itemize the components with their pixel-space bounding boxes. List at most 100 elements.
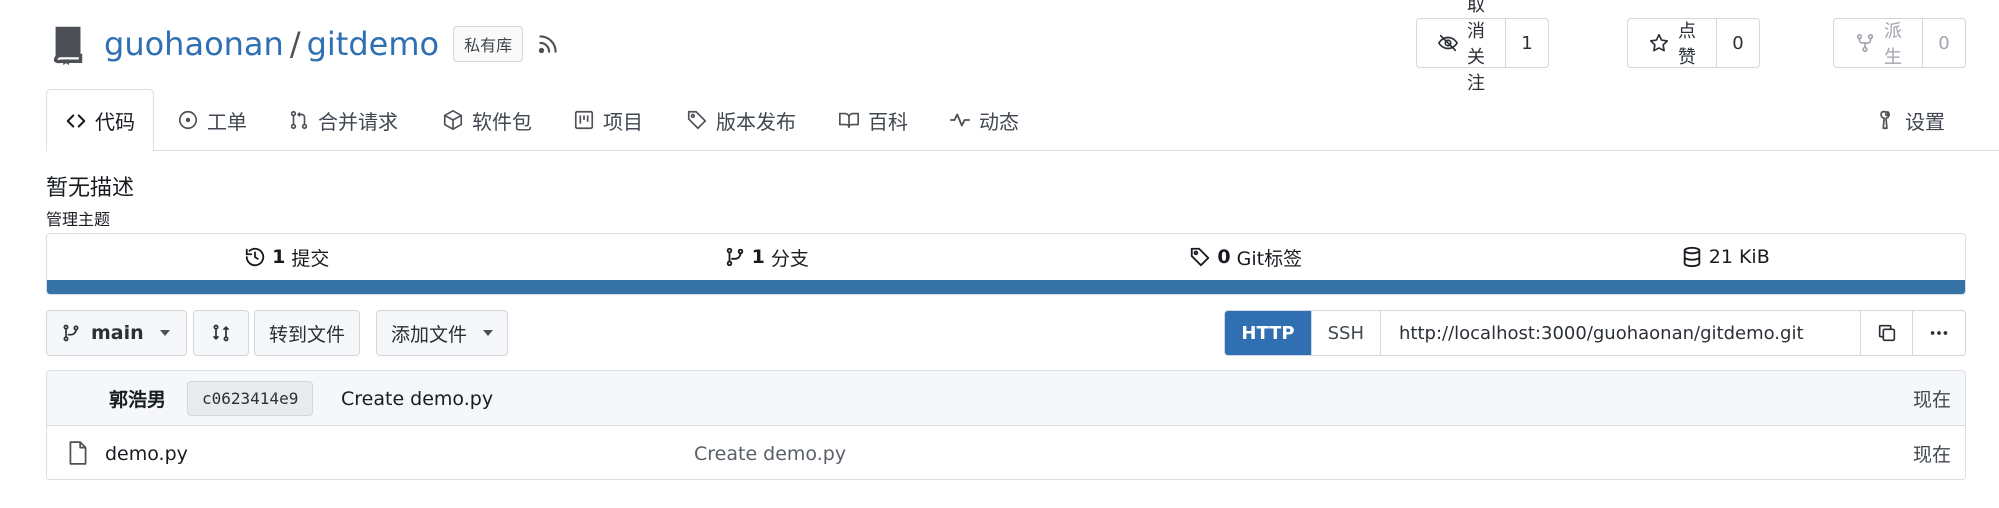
tab-settings[interactable]: 设置 — [1875, 89, 1945, 151]
repo-tabs: 代码 工单 合并请求 软件包 项目 版本发布 百科 动态 设置 — [46, 89, 1999, 152]
watch-button-group: 取消关注 1 — [1416, 0, 1549, 94]
commits-count: 1 — [272, 246, 286, 268]
file-table: 郭浩男 c0623414e9 Create demo.py 现在 demo.py… — [46, 370, 1966, 480]
repo-size: 21 KiB — [1708, 246, 1770, 268]
tab-label: 软件包 — [472, 109, 532, 134]
code-icon — [65, 110, 87, 132]
visibility-badge: 私有库 — [453, 26, 524, 62]
tab-label: 代码 — [95, 110, 135, 134]
pull-request-icon — [288, 109, 310, 131]
star-icon — [1648, 32, 1670, 54]
pulse-icon — [949, 109, 971, 131]
tab-label: 项目 — [603, 109, 643, 134]
commits-label: 提交 — [291, 247, 330, 270]
copy-url-button[interactable] — [1861, 311, 1913, 355]
clone-panel: HTTP SSH http://localhost:3000/guohaonan… — [1224, 310, 1966, 356]
branch-icon — [61, 323, 81, 343]
add-file-button[interactable]: 添加文件 — [376, 310, 509, 356]
commit-sha-button[interactable]: c0623414e9 — [187, 381, 314, 416]
tags-count: 0 — [1217, 246, 1231, 268]
size-stat: 21 KiB — [1486, 234, 1966, 280]
table-row: demo.py Create demo.py 现在 — [47, 426, 1965, 479]
copy-icon — [1876, 322, 1898, 344]
branch-name: main — [91, 322, 144, 344]
file-name-link[interactable]: demo.py — [105, 426, 188, 479]
watch-count[interactable]: 1 — [1506, 19, 1548, 67]
repo-icon — [46, 21, 92, 67]
tab-label: 合并请求 — [318, 109, 398, 134]
fork-count[interactable]: 0 — [1923, 19, 1965, 67]
unwatch-button[interactable]: 取消关注 — [1417, 0, 1506, 94]
repo-title: guohaonan / gitdemo — [104, 25, 439, 63]
commit-author[interactable]: 郭浩男 — [109, 371, 166, 426]
issue-icon — [177, 109, 199, 131]
tags-stat[interactable]: 0 Git标签 — [1006, 234, 1486, 280]
tab-wiki[interactable]: 百科 — [838, 89, 908, 151]
unwatch-label: 取消关注 — [1467, 0, 1485, 94]
tab-label: 设置 — [1905, 109, 1945, 134]
tab-releases[interactable]: 版本发布 — [686, 89, 796, 151]
fork-button-group: 派生 0 — [1833, 18, 1966, 68]
chevron-down-icon — [483, 330, 494, 336]
star-count[interactable]: 0 — [1717, 19, 1759, 67]
ellipsis-icon — [1928, 322, 1950, 344]
eye-slash-icon — [1437, 32, 1459, 54]
tab-label: 动态 — [979, 109, 1019, 134]
tag-icon — [686, 109, 708, 131]
tab-label: 工单 — [207, 109, 247, 134]
fork-label: 派生 — [1884, 21, 1902, 68]
branches-stat[interactable]: 1 分支 — [527, 234, 1007, 280]
tab-code[interactable]: 代码 — [46, 89, 154, 152]
fork-button[interactable]: 派生 — [1834, 19, 1923, 68]
commit-message[interactable]: Create demo.py — [341, 371, 493, 426]
chevron-down-icon — [159, 330, 170, 336]
commit-time: 现在 — [1912, 389, 1951, 411]
repo-path-separator: / — [289, 25, 301, 63]
manage-topics-link[interactable]: 管理主题 — [46, 206, 110, 230]
file-time: 现在 — [1912, 444, 1951, 466]
branch-selector[interactable]: main — [46, 310, 187, 356]
rss-icon[interactable] — [535, 31, 561, 57]
tab-packages[interactable]: 软件包 — [442, 89, 532, 151]
clone-url-input[interactable]: http://localhost:3000/guohaonan/gitdemo.… — [1381, 311, 1861, 355]
star-button-group: 点赞 0 — [1627, 18, 1760, 68]
star-button[interactable]: 点赞 — [1628, 19, 1717, 68]
language-bar[interactable] — [47, 280, 1965, 294]
tag-icon — [1189, 246, 1211, 268]
add-file-label: 添加文件 — [391, 323, 468, 346]
tab-projects[interactable]: 项目 — [573, 89, 643, 151]
fork-icon — [1854, 32, 1876, 54]
clone-ssh-button[interactable]: SSH — [1312, 311, 1381, 355]
book-icon — [838, 109, 860, 131]
database-icon — [1681, 246, 1703, 268]
file-commit-message[interactable]: Create demo.py — [694, 426, 846, 479]
repo-description: 暂无描述 — [46, 176, 135, 201]
branches-label: 分支 — [770, 247, 809, 270]
tab-label: 版本发布 — [716, 109, 796, 134]
repo-name-link[interactable]: gitdemo — [307, 25, 440, 63]
commits-stat[interactable]: 1 提交 — [47, 234, 527, 280]
tab-activity[interactable]: 动态 — [949, 89, 1019, 151]
repo-header: guohaonan / gitdemo 私有库 — [46, 14, 561, 74]
branch-icon — [724, 246, 746, 268]
tab-label: 百科 — [868, 109, 908, 134]
repo-owner-link[interactable]: guohaonan — [104, 25, 284, 63]
tags-label: Git标签 — [1236, 247, 1303, 270]
compare-button[interactable] — [193, 310, 249, 356]
tools-icon — [1875, 109, 1897, 131]
project-icon — [573, 109, 595, 131]
branches-count: 1 — [751, 246, 765, 268]
repo-toolbar: main 转到文件 添加文件 HTTP SSH http://localhost… — [46, 310, 1966, 356]
more-options-button[interactable] — [1913, 311, 1965, 355]
tab-issues[interactable]: 工单 — [177, 89, 247, 151]
latest-commit-row: 郭浩男 c0623414e9 Create demo.py 现在 — [47, 371, 1965, 426]
go-to-file-button[interactable]: 转到文件 — [254, 310, 361, 356]
repo-stats: 1 提交 1 分支 0 Git标签 21 KiB — [46, 233, 1966, 295]
star-label: 点赞 — [1678, 21, 1696, 68]
compare-icon — [211, 323, 231, 343]
history-icon — [244, 246, 266, 268]
package-icon — [442, 109, 464, 131]
tab-pull-requests[interactable]: 合并请求 — [288, 89, 398, 151]
clone-http-button[interactable]: HTTP — [1225, 311, 1312, 355]
file-icon — [67, 440, 89, 466]
